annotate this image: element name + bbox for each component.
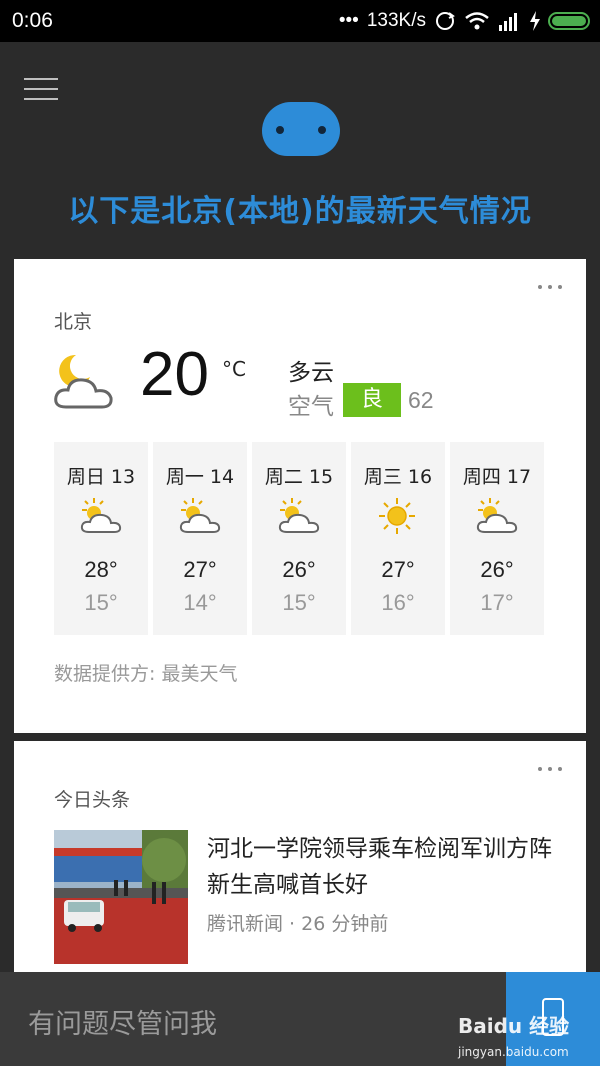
forecast-day[interactable]: 周四 17 26° 17° xyxy=(450,442,544,635)
forecast-day[interactable]: 周日 13 28° 15° xyxy=(54,442,148,635)
forecast-low: 16° xyxy=(381,590,415,615)
aqi-value: 62 xyxy=(408,387,434,413)
news-source-label: 今日头条 xyxy=(54,789,131,811)
forecast-low: 15° xyxy=(282,590,316,615)
forecast-day[interactable]: 周二 15 26° 15° xyxy=(252,442,346,635)
sync-icon xyxy=(436,12,455,30)
notification-dots: ••• xyxy=(338,10,359,31)
net-speed: 133K/s xyxy=(366,10,426,31)
menu-icon[interactable] xyxy=(24,78,58,102)
news-meta: 腾讯新闻 · 26 分钟前 xyxy=(207,913,389,935)
forecast-day-label: 周一 14 xyxy=(165,466,235,488)
assistant-mascot-icon[interactable] xyxy=(262,102,340,156)
battery-icon xyxy=(548,12,590,30)
forecast-day[interactable]: 周三 16 27° 16° xyxy=(351,442,445,635)
forecast-day[interactable]: 周一 14 27° 14° xyxy=(153,442,247,635)
status-time: 0:06 xyxy=(12,9,53,32)
weather-card[interactable]: 北京 20 °C 多云 空气 良 62 周日 13 28° 15° 周一 14 xyxy=(14,259,586,733)
temperature-unit: °C xyxy=(222,357,246,381)
sun-cloud-icon xyxy=(179,498,221,533)
status-right: ••• 133K/s xyxy=(339,10,590,32)
forecast-high: 27° xyxy=(183,557,217,582)
city-name: 北京 xyxy=(54,311,93,333)
signal-icon xyxy=(499,13,517,31)
more-options-icon[interactable] xyxy=(538,767,562,771)
forecast-low: 15° xyxy=(84,590,118,615)
page-title: 以下是北京(本地)的最新天气情况 xyxy=(68,194,532,229)
baidu-watermark: Baidu 经验 jingyan.baidu.com xyxy=(458,1010,569,1059)
charging-icon xyxy=(530,11,540,31)
news-thumbnail[interactable] xyxy=(54,830,188,964)
aqi-level-badge: 良 xyxy=(343,383,401,417)
forecast-high: 27° xyxy=(381,557,415,582)
news-headline[interactable]: 河北一学院领导乘车检阅军训方阵 新生高喊首长好 xyxy=(207,831,557,903)
sun-cloud-icon xyxy=(80,498,122,533)
sun-cloud-icon xyxy=(278,498,320,533)
sun-icon xyxy=(379,498,415,534)
more-options-icon[interactable] xyxy=(538,285,562,289)
forecast-high: 26° xyxy=(480,557,514,582)
news-card[interactable]: 今日头条 河北一学院领导乘车检阅军训方阵 新生高喊首长好 腾讯新闻 · 26 分… xyxy=(14,741,586,973)
forecast-day-label: 周四 17 xyxy=(462,466,532,488)
forecast-day-label: 周二 15 xyxy=(264,466,334,488)
aqi-label: 空气 xyxy=(288,394,334,420)
ask-input[interactable]: 有问题尽管问我 xyxy=(28,1002,217,1041)
forecast-day-label: 周三 16 xyxy=(363,466,433,488)
forecast-high: 28° xyxy=(84,557,118,582)
data-source-label: 数据提供方: 最美天气 xyxy=(54,663,238,685)
watermark-url: jingyan.baidu.com xyxy=(458,1045,569,1059)
forecast-low: 14° xyxy=(183,590,217,615)
weather-condition: 多云 xyxy=(288,360,334,386)
watermark-brand: Baidu 经验 xyxy=(458,1014,570,1038)
sun-cloud-icon xyxy=(476,498,518,533)
forecast-list: 周日 13 28° 15° 周一 14 27° 14° 周二 15 26° 15… xyxy=(54,442,544,635)
wifi-icon xyxy=(465,12,489,30)
moon-cloud-icon xyxy=(54,354,113,409)
forecast-day-label: 周日 13 xyxy=(66,466,136,488)
forecast-low: 17° xyxy=(480,590,514,615)
status-bar: 0:06 ••• 133K/s xyxy=(0,0,600,42)
forecast-high: 26° xyxy=(282,557,316,582)
current-temperature: 20 xyxy=(140,340,209,409)
